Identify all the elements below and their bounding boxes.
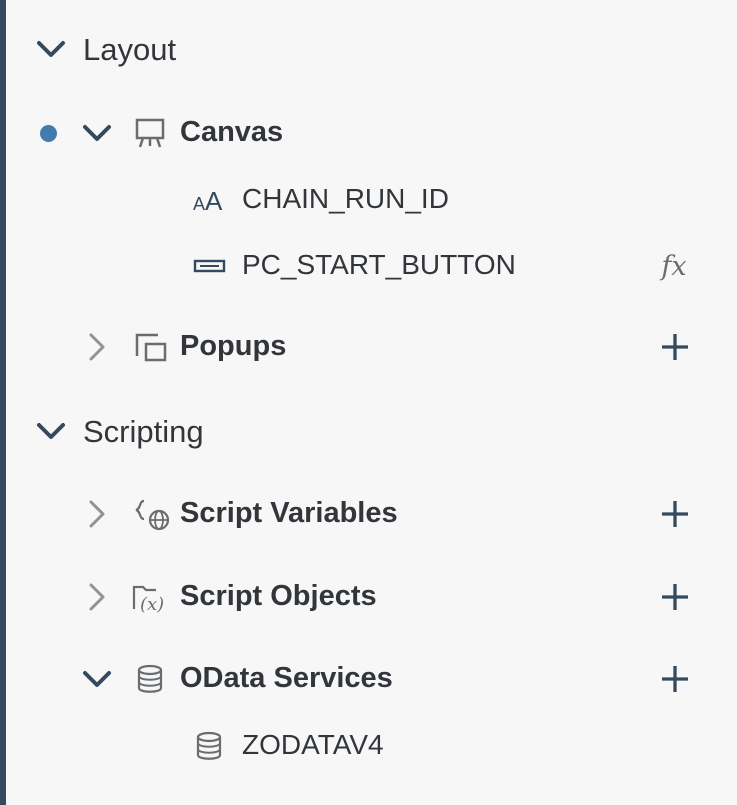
- chevron-down-icon[interactable]: [80, 662, 114, 696]
- layout-section-label: Layout: [83, 32, 177, 67]
- chain-run-id-label: CHAIN_RUN_ID: [242, 183, 449, 214]
- plus-icon: [662, 334, 688, 360]
- canvas-easel-icon: [133, 116, 167, 150]
- popups-label: Popups: [180, 330, 287, 362]
- chevron-right-icon[interactable]: [80, 330, 114, 364]
- plus-icon: [662, 666, 688, 692]
- outline-tree: Layout Canvas A A CHAIN_RUN_ID PC_START_…: [0, 0, 737, 805]
- popup-icon: [133, 330, 169, 364]
- tree-item-pc-start-button[interactable]: PC_START_BUTTON fx: [6, 236, 737, 296]
- add-script-object-button[interactable]: [657, 579, 693, 615]
- tree-item-popups[interactable]: Popups: [6, 317, 737, 377]
- tree-section-scripting[interactable]: Scripting: [6, 402, 737, 462]
- tree-item-script-variables[interactable]: Script Variables: [6, 484, 737, 544]
- fx-scripting-icon[interactable]: fx: [654, 248, 694, 284]
- button-widget-icon: [192, 249, 228, 283]
- script-variables-label: Script Variables: [180, 497, 398, 529]
- script-object-folder-icon: (x): [130, 580, 176, 616]
- svg-text:A: A: [193, 194, 205, 214]
- plus-icon: [662, 584, 688, 610]
- tree-item-odata-services[interactable]: OData Services: [6, 649, 737, 709]
- tree-item-chain-run-id[interactable]: A A CHAIN_RUN_ID: [6, 170, 737, 230]
- database-icon: [133, 662, 167, 696]
- zodatav4-label: ZODATAV4: [242, 729, 384, 760]
- global-variable-icon: [131, 497, 171, 533]
- script-objects-label: Script Objects: [180, 580, 377, 612]
- add-script-variable-button[interactable]: [657, 496, 693, 532]
- chevron-down-icon[interactable]: [80, 116, 114, 150]
- tree-item-script-objects[interactable]: (x) Script Objects: [6, 567, 737, 627]
- tree-section-layout[interactable]: Layout: [6, 20, 737, 80]
- database-icon: [192, 729, 226, 763]
- chevron-right-icon[interactable]: [80, 497, 114, 531]
- active-indicator-dot: [40, 125, 57, 142]
- plus-icon: [662, 501, 688, 527]
- text-widget-icon: A A: [192, 183, 228, 217]
- scripting-section-label: Scripting: [83, 414, 204, 449]
- tree-item-canvas[interactable]: Canvas: [6, 103, 737, 163]
- svg-text:A: A: [205, 186, 223, 216]
- add-popup-button[interactable]: [657, 329, 693, 365]
- add-odata-service-button[interactable]: [657, 661, 693, 697]
- chevron-down-icon[interactable]: [34, 414, 68, 448]
- canvas-label: Canvas: [180, 116, 284, 148]
- svg-text:(x): (x): [140, 594, 164, 615]
- odata-services-label: OData Services: [180, 662, 393, 694]
- pc-start-button-label: PC_START_BUTTON: [242, 249, 516, 280]
- chevron-down-icon[interactable]: [34, 32, 68, 66]
- tree-item-zodatav4[interactable]: ZODATAV4: [6, 716, 737, 776]
- chevron-right-icon[interactable]: [80, 580, 114, 614]
